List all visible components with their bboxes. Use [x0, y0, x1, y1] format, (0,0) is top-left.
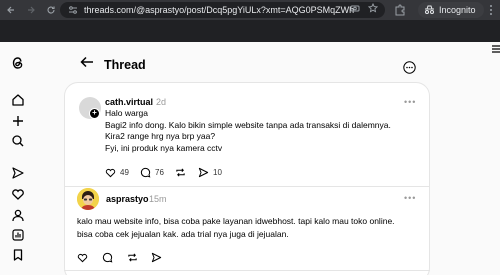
comment-icon: [140, 167, 151, 178]
page-title: Thread: [104, 58, 146, 72]
more-options-icon[interactable]: [403, 61, 416, 74]
star-icon[interactable]: [368, 3, 378, 13]
share-count: 10: [213, 167, 222, 177]
reply-button[interactable]: [102, 250, 113, 263]
post-line: Kira2 range hrg nya brp yaa?: [105, 131, 216, 141]
profile-icon[interactable]: [11, 208, 25, 222]
post-body: Halo warga Bagi2 info dong. Kalo bikin s…: [105, 108, 391, 154]
incognito-icon: [425, 5, 434, 14]
forward-icon[interactable]: [22, 1, 40, 19]
browser-menu-icon[interactable]: [486, 4, 496, 16]
reply-button[interactable]: 76: [140, 166, 164, 178]
repost-button[interactable]: [127, 250, 138, 262]
repost-icon: [176, 167, 185, 177]
heart-icon: [77, 253, 88, 263]
browser-gap: [0, 20, 500, 42]
address-bar[interactable]: threads.com/@asprastyo/post/Dcq5pgYiULx?…: [60, 2, 385, 18]
search-icon[interactable]: [11, 134, 25, 148]
plus-icon[interactable]: [11, 114, 25, 128]
post-more-button[interactable]: •••: [404, 97, 416, 107]
reply-timestamp[interactable]: 15m: [149, 194, 167, 204]
share-button[interactable]: 10: [198, 166, 222, 178]
send-icon: [198, 167, 209, 177]
divider: [64, 270, 430, 271]
reply-line: bisa coba cek jejualan kak. ada trial ny…: [77, 228, 289, 239]
bookmark-icon[interactable]: [11, 248, 25, 262]
send-icon[interactable]: [11, 166, 25, 180]
left-sidebar: [0, 42, 36, 275]
back-arrow-icon[interactable]: [80, 56, 94, 68]
post-timestamp[interactable]: 2d: [156, 97, 166, 107]
incognito-badge[interactable]: Incognito: [418, 2, 484, 18]
reply-count: 76: [155, 167, 164, 177]
comment-icon: [102, 252, 113, 263]
avatar[interactable]: [77, 188, 99, 210]
reply-line: kalo mau website info, bisa coba pake la…: [77, 216, 395, 226]
post-line: Halo warga: [105, 108, 148, 118]
threads-logo-icon[interactable]: [11, 56, 25, 70]
repost-icon: [128, 253, 137, 262]
repost-button[interactable]: [175, 166, 186, 178]
like-button[interactable]: [77, 250, 88, 263]
extensions-icon[interactable]: [394, 4, 406, 16]
camera-icon[interactable]: [350, 3, 360, 13]
post-line: Bagi2 info dong. Kalo bikin simple websi…: [105, 119, 391, 130]
url-text: threads.com/@asprastyo/post/Dcq5pgYiULx?…: [84, 5, 354, 15]
divider: [64, 186, 430, 187]
reload-icon[interactable]: [42, 1, 60, 19]
share-button[interactable]: [151, 250, 162, 263]
avatar-illustration-icon: [77, 188, 99, 210]
post-username[interactable]: cath.virtual: [105, 97, 153, 107]
reply-more-button[interactable]: •••: [404, 193, 416, 203]
follow-plus-icon[interactable]: +: [89, 108, 100, 119]
reply-body: kalo mau website info, bisa coba pake la…: [77, 215, 395, 240]
insights-icon[interactable]: [11, 228, 25, 242]
menu-lines-icon[interactable]: [492, 44, 500, 54]
incognito-label: Incognito: [439, 5, 476, 15]
reply-username[interactable]: asprastyo: [106, 194, 149, 204]
like-count: 49: [120, 167, 129, 177]
post-line: Fyi, ini produk nya kamera cctv: [105, 142, 223, 153]
back-icon[interactable]: [2, 1, 20, 19]
home-icon[interactable]: [11, 93, 25, 107]
send-icon: [151, 252, 162, 263]
like-button[interactable]: 49: [105, 166, 129, 178]
heart-icon: [105, 168, 116, 177]
heart-icon[interactable]: [11, 187, 25, 201]
site-info-icon[interactable]: [68, 5, 78, 15]
